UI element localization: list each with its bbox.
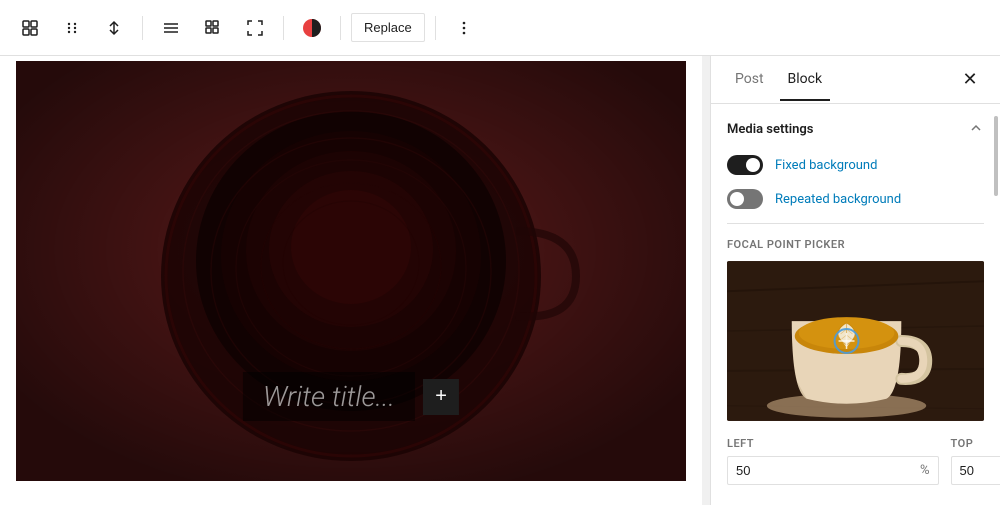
panel-close-button[interactable]: ✕ bbox=[956, 66, 984, 94]
main-area: Write title... + Post Block ✕ Media sett… bbox=[0, 56, 1000, 505]
toolbar-divider-4 bbox=[435, 16, 436, 40]
media-settings-title: Media settings bbox=[727, 122, 813, 137]
panel-content: Media settings Fixed background bbox=[711, 104, 1000, 505]
top-input-wrap: % bbox=[951, 456, 1000, 485]
repeated-background-toggle[interactable] bbox=[727, 189, 763, 209]
cover-block[interactable]: Write title... + bbox=[16, 61, 686, 481]
canvas-area: Write title... + bbox=[0, 56, 702, 505]
grid-button[interactable] bbox=[195, 10, 231, 46]
collapse-section-button[interactable] bbox=[968, 120, 984, 139]
panel-tabs: Post Block ✕ bbox=[711, 56, 1000, 104]
left-unit: % bbox=[920, 463, 938, 478]
repeated-background-row: Repeated background bbox=[727, 189, 984, 209]
left-coord-group: LEFT % bbox=[727, 437, 939, 485]
fixed-background-label: Fixed background bbox=[775, 158, 877, 173]
drag-handle-button[interactable] bbox=[54, 10, 90, 46]
tab-post[interactable]: Post bbox=[727, 59, 772, 101]
tab-block[interactable]: Block bbox=[780, 59, 831, 101]
replace-button[interactable]: Replace bbox=[351, 13, 425, 42]
align-button[interactable] bbox=[153, 10, 189, 46]
section-divider bbox=[727, 223, 984, 224]
block-toolbar: Replace bbox=[0, 0, 1000, 56]
fullscreen-button[interactable] bbox=[237, 10, 273, 46]
focal-image-svg bbox=[727, 261, 984, 421]
repeated-background-label: Repeated background bbox=[775, 192, 901, 207]
top-label: TOP bbox=[951, 437, 1000, 450]
media-settings-header: Media settings bbox=[727, 120, 984, 139]
block-nav-button[interactable] bbox=[12, 10, 48, 46]
top-coord-group: TOP % bbox=[951, 437, 1000, 485]
focal-point-label: FOCAL POINT PICKER bbox=[727, 238, 984, 251]
move-button[interactable] bbox=[96, 10, 132, 46]
add-block-button[interactable]: + bbox=[423, 379, 459, 415]
top-input[interactable] bbox=[952, 457, 1000, 484]
fixed-background-toggle[interactable] bbox=[727, 155, 763, 175]
fixed-background-row: Fixed background bbox=[727, 155, 984, 175]
left-input[interactable] bbox=[728, 457, 920, 484]
toolbar-divider-2 bbox=[283, 16, 284, 40]
write-title-placeholder[interactable]: Write title... bbox=[243, 372, 415, 421]
more-options-button[interactable] bbox=[446, 10, 482, 46]
toolbar-divider-3 bbox=[340, 16, 341, 40]
canvas-scrollbar[interactable] bbox=[702, 56, 710, 505]
panel-scrollbar[interactable] bbox=[994, 116, 998, 196]
cover-content: Write title... + bbox=[243, 372, 459, 421]
right-panel: Post Block ✕ Media settings bbox=[710, 56, 1000, 505]
left-input-wrap: % bbox=[727, 456, 939, 485]
focal-point-image[interactable] bbox=[727, 261, 984, 421]
coords-row: LEFT % TOP % bbox=[727, 437, 984, 485]
toolbar-divider-1 bbox=[142, 16, 143, 40]
color-button[interactable] bbox=[294, 10, 330, 46]
left-label: LEFT bbox=[727, 437, 939, 450]
